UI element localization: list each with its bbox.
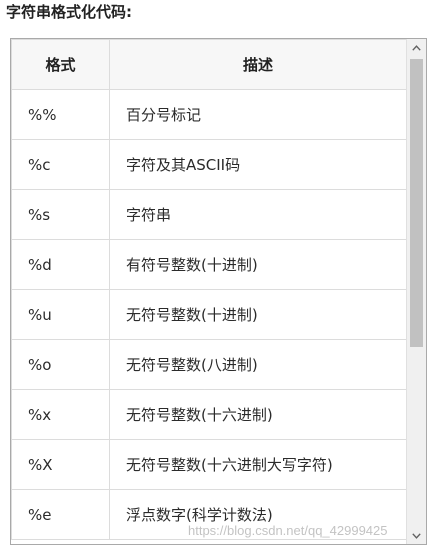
column-header-format: 格式: [11, 39, 110, 90]
table-row: %X 无符号整数(十六进制大写字符): [11, 439, 406, 490]
format-cell: %%: [11, 89, 110, 140]
description-cell: 百分号标记: [109, 89, 406, 140]
format-cell: %u: [11, 289, 110, 340]
column-header-description: 描述: [109, 39, 406, 90]
description-cell: 有符号整数(十进制): [109, 239, 406, 290]
format-cell: %o: [11, 339, 110, 390]
scroll-down-button[interactable]: [407, 527, 426, 544]
vertical-scrollbar[interactable]: [406, 39, 426, 544]
format-cell: %e: [11, 489, 110, 540]
chevron-up-icon: [412, 44, 421, 51]
description-cell: 无符号整数(八进制): [109, 339, 406, 390]
description-cell: 无符号整数(十六进制): [109, 389, 406, 440]
description-cell: 无符号整数(十进制): [109, 289, 406, 340]
table-row: %x 无符号整数(十六进制): [11, 389, 406, 440]
format-cell: %x: [11, 389, 110, 440]
format-table-frame: 格式 描述 %% 百分号标记 %c 字符及其ASCII码 %s 字符串 %d 有…: [10, 38, 427, 545]
format-table: 格式 描述 %% 百分号标记 %c 字符及其ASCII码 %s 字符串 %d 有…: [11, 39, 406, 540]
format-cell: %X: [11, 439, 110, 490]
table-header-row: 格式 描述: [11, 39, 406, 90]
description-cell: 无符号整数(十六进制大写字符): [109, 439, 406, 490]
table-row: %% 百分号标记: [11, 89, 406, 140]
format-cell: %d: [11, 239, 110, 290]
table-row: %o 无符号整数(八进制): [11, 339, 406, 390]
page-heading: 字符串格式化代码:: [6, 3, 132, 21]
table-row: %u 无符号整数(十进制): [11, 289, 406, 340]
chevron-down-icon: [412, 532, 421, 539]
format-cell: %c: [11, 139, 110, 190]
table-row: %d 有符号整数(十进制): [11, 239, 406, 290]
format-cell: %s: [11, 189, 110, 240]
description-cell: 字符及其ASCII码: [109, 139, 406, 190]
format-table-viewport: 格式 描述 %% 百分号标记 %c 字符及其ASCII码 %s 字符串 %d 有…: [11, 39, 406, 544]
description-cell: 字符串: [109, 189, 406, 240]
table-row: %c 字符及其ASCII码: [11, 139, 406, 190]
watermark-text: https://blog.csdn.net/qq_42999425: [188, 523, 388, 538]
table-row: %s 字符串: [11, 189, 406, 240]
scroll-up-button[interactable]: [407, 39, 426, 56]
scrollbar-thumb[interactable]: [410, 59, 423, 347]
